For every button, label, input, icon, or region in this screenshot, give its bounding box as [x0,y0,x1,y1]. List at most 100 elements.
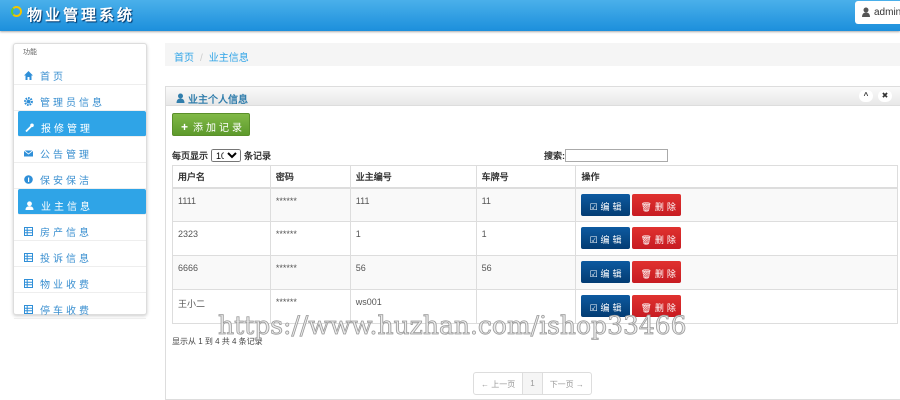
sidebar-item-3[interactable]: 公告管理 [14,137,146,163]
user-icon [176,93,185,103]
delete-label: 删除 [654,201,679,212]
sidebar-item-label: 物业收费 [40,279,92,291]
table-cell: 56 [349,255,477,290]
panel-header: 业主个人信息 ^ ✖ [166,87,900,106]
sidebar: 功能 首页管理员信息报修管理公告管理保安保洁业主信息房产信息投诉信息物业收费停车… [13,43,147,319]
sidebar-item-5[interactable]: 业主信息 [18,189,146,215]
delete-button[interactable]: 🗑删除 [632,193,682,216]
logo-icon [11,6,22,17]
table-row: 2323 ****** 1 1 ☑编辑 🗑删除 [172,221,898,256]
sidebar-item-0[interactable]: 首页 [14,59,146,85]
next-page-button[interactable]: 下一页 → [543,373,591,394]
prev-page-button[interactable]: ← 上一页 [474,373,522,394]
pagination: ← 上一页 1 下一页 → [473,372,592,395]
edit-icon: ☑ [589,235,601,245]
column-header[interactable]: 用户名 [172,165,271,189]
sidebar-item-8[interactable]: 物业收费 [14,267,146,293]
home-icon [24,70,33,80]
delete-button[interactable]: 🗑删除 [632,261,682,283]
add-record-label: 添加记录 [193,123,246,134]
sidebar-item-label: 首页 [40,71,66,83]
sidebar-item-label: 业主信息 [41,201,93,213]
delete-label: 删除 [654,235,679,245]
sidebar-item-1[interactable]: 管理员信息 [14,85,146,111]
search-control: 搜索: [544,149,668,162]
search-input[interactable] [565,149,668,162]
watermark: https://www.huzhan.com/ishop33466 [218,311,687,341]
table-cell: 1111 [172,187,271,222]
table-row: 1111 ****** 111 11 ☑编辑 🗑删除 [172,187,898,222]
edit-button[interactable]: ☑编辑 [581,261,631,283]
edit-icon: ☑ [589,201,601,212]
plus-icon: + [181,120,189,134]
sidebar-item-label: 公告管理 [40,149,92,161]
list-icon [24,304,33,314]
page-length-control: 每页显示 10 条记录 [172,149,271,162]
column-header[interactable]: 操作 [575,165,898,189]
breadcrumb: 首页 / 业主信息 [165,43,900,66]
edit-label: 编辑 [600,201,625,212]
edit-label: 编辑 [600,235,625,245]
table-cell: 2323 [172,221,271,256]
breadcrumb-home[interactable]: 首页 [174,53,194,64]
user-menu-button[interactable]: admin [855,1,900,24]
edit-icon: ☑ [589,269,601,279]
sidebar-item-6[interactable]: 房产信息 [14,215,146,241]
table-row: 6666 ****** 56 56 ☑编辑 🗑删除 [172,255,898,290]
length-prefix: 每页显示 [172,151,209,161]
top-header: 物业管理系统 admin [0,0,900,31]
table-cell: ****** [269,187,351,222]
list-icon [24,278,33,288]
page-length-select[interactable]: 10 [211,149,242,162]
column-header[interactable]: 车牌号 [475,165,577,189]
trash-icon: 🗑 [640,235,655,245]
table-cell: 1 [475,221,577,256]
wrench-icon [25,123,34,132]
page-1-button[interactable]: 1 [522,373,543,394]
length-suffix: 条记录 [244,151,272,161]
list-icon [24,226,33,236]
edit-button[interactable]: ☑编辑 [581,227,631,249]
sidebar-item-2[interactable]: 报修管理 [18,111,146,137]
actions-cell: ☑编辑 🗑删除 [575,221,898,256]
breadcrumb-separator: / [200,53,203,64]
sidebar-item-label: 报修管理 [41,123,93,135]
panel-title: 业主个人信息 [188,94,248,106]
username: admin [874,7,900,18]
column-header[interactable]: 密码 [269,165,351,189]
edit-label: 编辑 [600,269,625,279]
sidebar-item-label: 管理员信息 [40,97,105,109]
actions-cell: ☑编辑 🗑删除 [575,187,898,222]
sidebar-item-7[interactable]: 投诉信息 [14,241,146,267]
sidebar-heading: 功能 [23,49,37,56]
sidebar-item-4[interactable]: 保安保洁 [14,163,146,189]
table-cell: ****** [269,255,351,290]
table-cell: 1 [349,221,477,256]
owner-table: 用户名 密码 业主编号 车牌号 操作 1111 ****** 111 11 ☑编辑 🗑删除 2323… [172,165,898,324]
sidebar-item-label: 投诉信息 [40,253,92,265]
trash-icon: 🗑 [640,269,655,279]
table-cell: 6666 [172,255,271,290]
user-icon [862,7,870,17]
table-cell: 56 [475,255,577,290]
envelope-icon [24,149,33,156]
sidebar-item-label: 房产信息 [40,227,92,239]
collapse-button[interactable]: ^ [859,90,873,102]
delete-button[interactable]: 🗑删除 [632,227,682,249]
search-label: 搜索: [544,151,565,161]
sidebar-item-label: 保安保洁 [40,175,92,187]
list-icon [24,252,33,262]
delete-label: 删除 [654,269,679,279]
edit-button[interactable]: ☑编辑 [581,193,631,216]
breadcrumb-current: 业主信息 [208,53,249,64]
sidebar-item-label: 停车收费 [40,305,92,317]
table-cell: ****** [269,221,351,256]
column-header[interactable]: 业主编号 [349,165,477,189]
owner-info-panel: 业主个人信息 ^ ✖ + 添加记录 每页显示 10 条记录 搜索: 用户名 密码 业主编… [165,86,900,400]
trash-icon: 🗑 [640,201,655,212]
close-button[interactable]: ✖ [878,90,892,102]
sidebar-item-9[interactable]: 停车收费 [14,293,146,319]
info-icon [24,174,33,184]
add-record-button[interactable]: + 添加记录 [172,113,250,136]
table-cell: 11 [475,187,577,222]
